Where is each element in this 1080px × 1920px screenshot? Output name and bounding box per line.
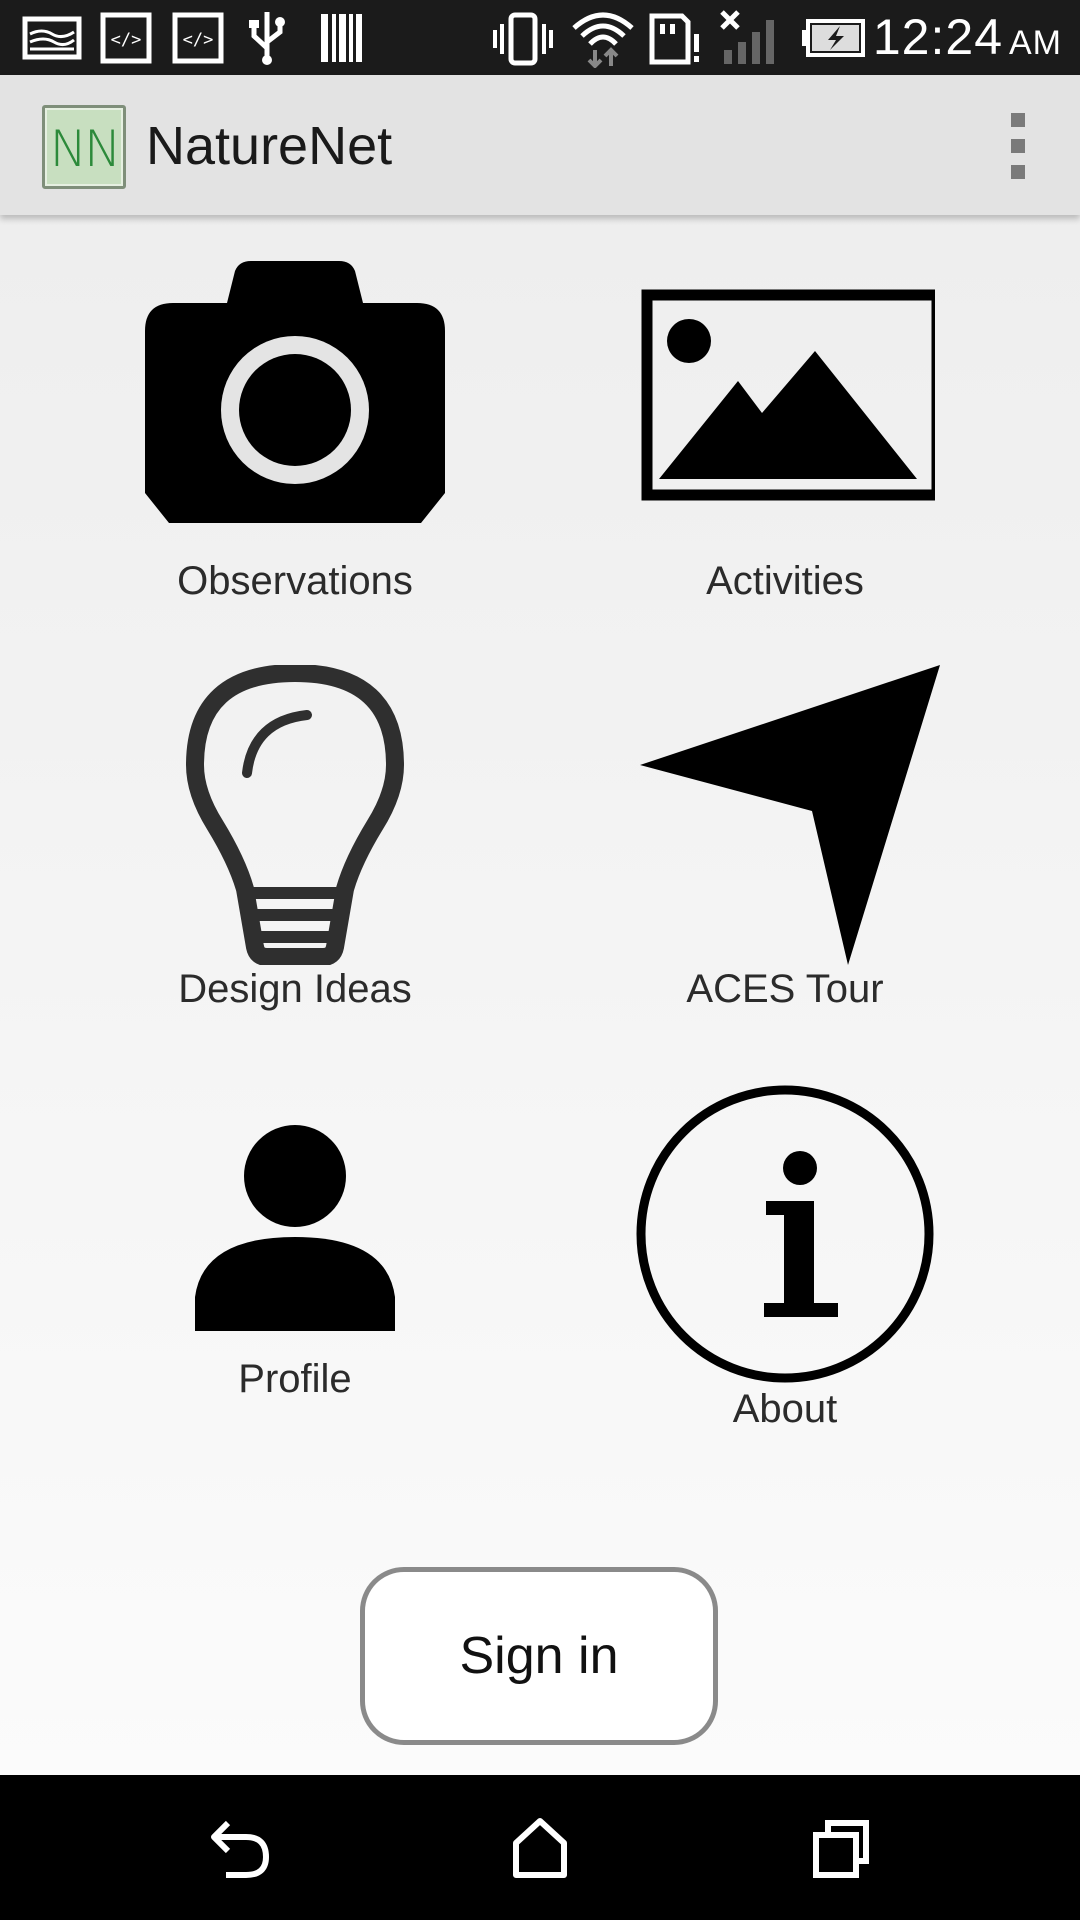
- menu-item-label: Profile: [238, 1357, 352, 1401]
- image-notification-icon: [22, 16, 82, 60]
- ampm-text: AM: [1009, 24, 1062, 62]
- menu-item-label: ACES Tour: [686, 967, 884, 1011]
- navigation-bar: [0, 1775, 1080, 1920]
- picture-icon: [641, 289, 935, 501]
- lightbulb-icon: [186, 665, 404, 965]
- sign-in-button[interactable]: Sign in: [360, 1567, 718, 1745]
- status-time: 12:24 AM: [873, 8, 1062, 66]
- menu-item-activities[interactable]: Activities: [620, 261, 950, 604]
- overflow-menu-button[interactable]: [996, 113, 1040, 183]
- camera-icon: [145, 261, 445, 523]
- menu-item-design-ideas[interactable]: Design Ideas: [130, 665, 460, 1012]
- svg-text:</>: </>: [111, 30, 142, 50]
- overflow-dot: [1011, 113, 1025, 127]
- menu-item-observations[interactable]: Observations: [130, 261, 460, 604]
- app-title: NatureNet: [146, 116, 393, 176]
- home-icon[interactable]: [500, 1811, 580, 1883]
- menu-item-profile[interactable]: Profile: [130, 1105, 460, 1402]
- menu-item-label: About: [732, 1387, 838, 1431]
- overflow-dot: [1011, 165, 1025, 179]
- info-icon: [636, 1085, 934, 1383]
- menu-item-about[interactable]: About: [620, 1081, 950, 1432]
- action-bar: NN NatureNet: [0, 75, 1080, 215]
- svg-text:</>: </>: [183, 30, 214, 50]
- time-text: 12:24: [872, 9, 1003, 65]
- main-menu-grid: Observations Activities Design Ideas ACE…: [0, 215, 1080, 1775]
- recents-icon[interactable]: [800, 1811, 880, 1883]
- person-icon: [195, 1125, 395, 1331]
- navigation-arrow-icon: [640, 665, 940, 965]
- app-logo-text: NN: [49, 120, 122, 178]
- menu-item-label: Observations: [177, 559, 413, 603]
- menu-item-label: Activities: [706, 559, 864, 603]
- back-icon[interactable]: [200, 1811, 280, 1883]
- overflow-dot: [1011, 139, 1025, 153]
- wifi-icon: [572, 12, 634, 68]
- battery-charging-icon: [802, 19, 865, 57]
- menu-item-label: Design Ideas: [178, 967, 412, 1011]
- app-logo[interactable]: NN: [42, 105, 126, 189]
- vibrate-icon: [493, 12, 553, 66]
- code-icon: </>: [100, 12, 152, 64]
- usb-icon: [249, 12, 285, 65]
- barcode-icon: [321, 14, 362, 62]
- menu-item-aces-tour[interactable]: ACES Tour: [620, 665, 950, 1012]
- code-icon: </>: [172, 12, 224, 64]
- no-signal-icon: [720, 10, 774, 64]
- status-bar: </> </> 12:24 AM: [0, 0, 1080, 75]
- sd-card-alert-icon: [649, 13, 699, 65]
